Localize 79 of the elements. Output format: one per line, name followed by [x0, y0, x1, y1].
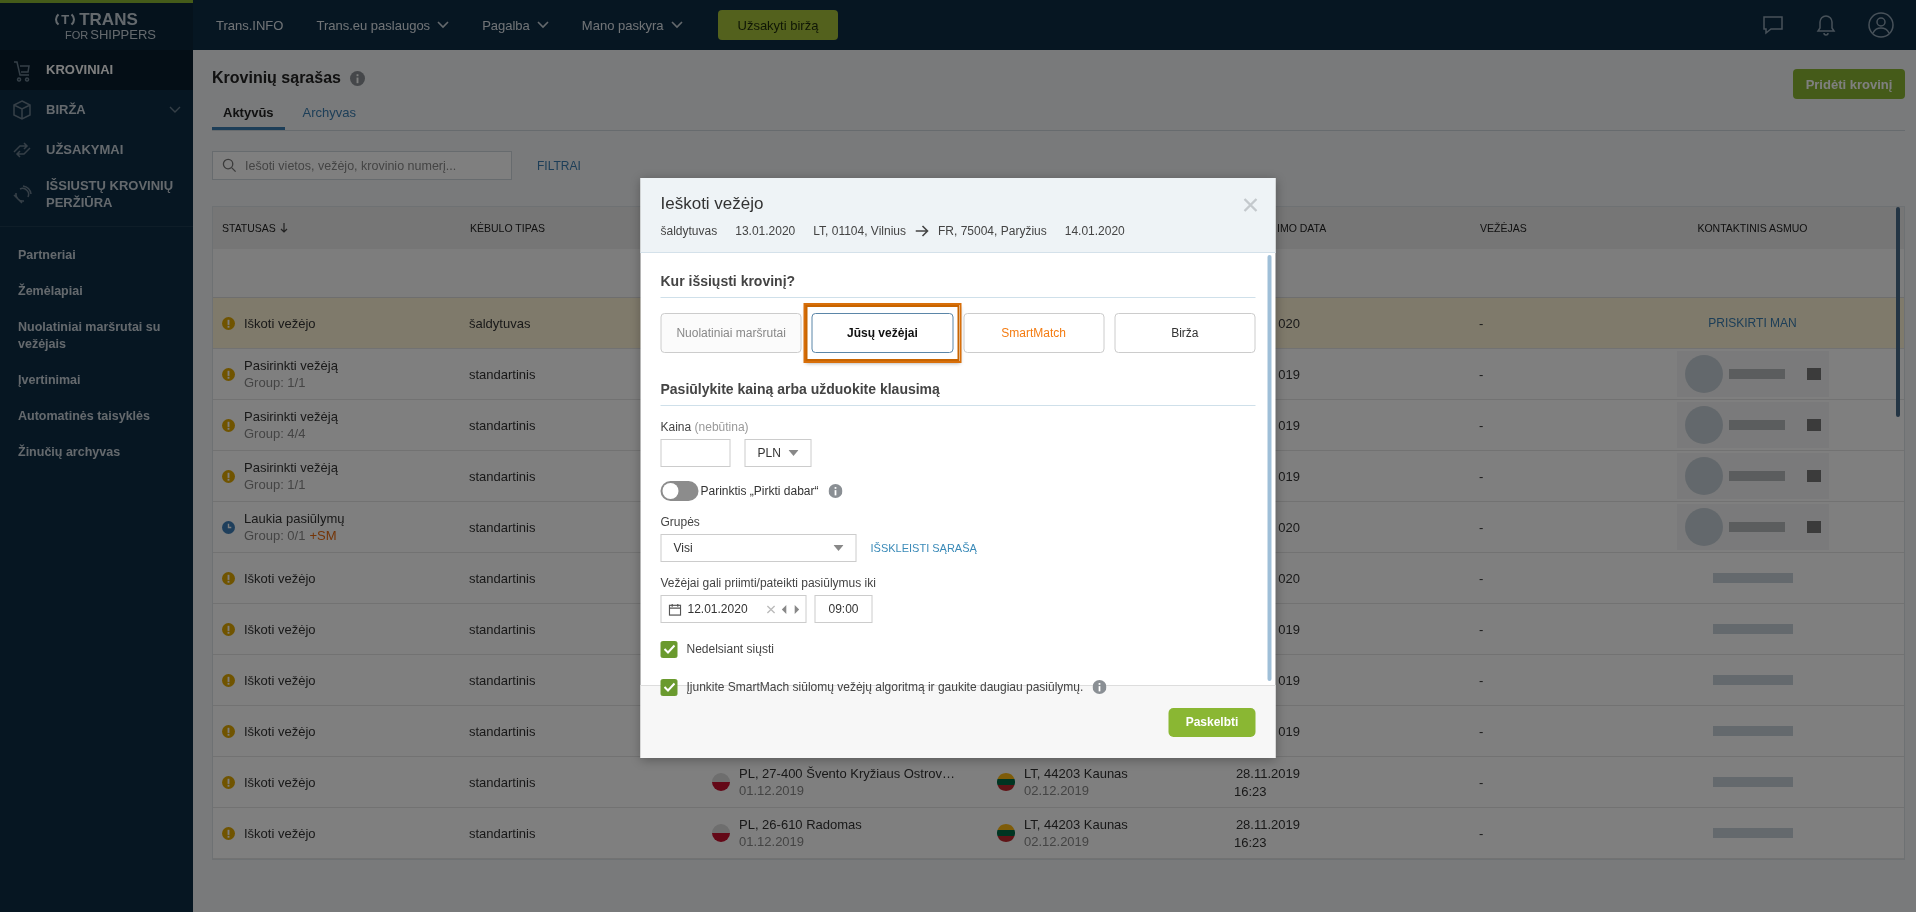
status-text: Iškoti vežėjo [244, 672, 316, 688]
table-cell: standartinis [469, 519, 536, 535]
table-cell: standartinis [469, 468, 536, 484]
table-cell: standartinis [469, 417, 536, 433]
table-cell: standartinis [469, 672, 536, 688]
group-text: Group: 0/1 [244, 528, 306, 543]
time-text: 16:23 [1234, 834, 1268, 850]
summary-text: šaldytuvas [660, 224, 718, 238]
table-cell: standartinis [469, 825, 536, 841]
status-text: Pasirinkti vežėją [244, 460, 338, 475]
table-cell: standartinis [469, 723, 536, 739]
table-cell: - [1479, 519, 1484, 535]
logo-tagline: FOR [65, 28, 89, 41]
field-label: Vežėjai gali priimti/pateikti pasiūlymus iki [660, 576, 876, 590]
place-text: LT, 44203 Kaunas [1024, 817, 1128, 832]
summary-text: FR, 75004, Paryžius [938, 224, 1047, 238]
date-text: 01.12.2019 [739, 783, 806, 798]
date-text: 019 [1277, 672, 1300, 688]
place-text: PL, 27-400 Švento Kryžiaus Ostrov… [739, 766, 956, 781]
table-cell: - [1479, 774, 1484, 790]
field-label: Grupės [660, 515, 700, 529]
table-cell: - [1479, 315, 1484, 331]
table-cell: standartinis [469, 774, 536, 790]
date-text: 020 [1277, 570, 1300, 586]
summary-text: 14.01.2020 [1064, 224, 1125, 238]
date-text: 28.11.2019 [1234, 765, 1300, 781]
date-text: 28.11.2019 [1234, 816, 1300, 832]
checkbox-label: Įjunkite SmartMach siūlomų vežėjų algoritmą ir gaukite daugiau pasiūlymų. [686, 680, 1084, 694]
smartmatch-label: +SM [309, 528, 337, 543]
logo-name: TRANS [79, 10, 138, 28]
modal-title: Ieškoti vežėjo [660, 194, 764, 214]
status-text: Pasirinkti vežėją [244, 409, 338, 424]
field-hint: (nebūtina) [694, 420, 749, 434]
toggle-label: Parinktis „Pirkti dabar“ [700, 484, 819, 498]
status-text: Iškoti vežėjo [244, 621, 316, 637]
status-text: Iškoti vežėjo [244, 774, 316, 790]
group-text: Group: 1/1 [244, 375, 306, 390]
field-label: Kaina [660, 420, 692, 434]
table-cell: standartinis [469, 570, 536, 586]
table-cell: - [1479, 570, 1484, 586]
table-cell: - [1479, 417, 1484, 433]
date-text: 020 [1277, 519, 1300, 535]
table-cell: standartinis [469, 621, 536, 637]
table-cell: šaldytuvas [469, 315, 531, 331]
status-text: Pasirinkti vežėją [244, 358, 338, 373]
table-cell: - [1479, 825, 1484, 841]
status-text: Laukia pasiūlymų [244, 511, 345, 526]
date-text: 02.12.2019 [1024, 834, 1091, 849]
date-text: 02.12.2019 [1024, 783, 1091, 798]
group-text: Group: 1/1 [244, 477, 306, 492]
date-text: 019 [1277, 723, 1300, 739]
date-text: 020 [1277, 315, 1300, 331]
table-cell: - [1479, 366, 1484, 382]
date-text: 019 [1277, 468, 1300, 484]
summary-text: 13.01.2020 [735, 224, 796, 238]
date-text: 019 [1277, 366, 1300, 382]
table-cell: - [1479, 723, 1484, 739]
table-cell: - [1479, 621, 1484, 637]
logo-mark: T [55, 10, 76, 28]
date-text: 019 [1277, 621, 1300, 637]
checkbox-label: Nedelsiant siųsti [686, 642, 774, 656]
summary-text: LT, 01104, Vilnius [813, 224, 906, 238]
date-text: 01.12.2019 [739, 834, 806, 849]
section-heading: Pasiūlykite kainą arba užduokite klausimą [660, 381, 1256, 406]
group-text: Group: 4/4 [244, 426, 306, 441]
time-text: 16:23 [1234, 783, 1268, 799]
page-title: Krovinių sąrašas [212, 69, 341, 87]
logo-tagline: SHIPPERS [90, 26, 156, 42]
section-heading: Kur išsiųsti krovinį? [660, 273, 1256, 298]
table-cell: - [1479, 468, 1484, 484]
date-text: 019 [1277, 417, 1300, 433]
status-text: Iškoti vežėjo [244, 315, 316, 331]
place-text: PL, 26-610 Radomas [739, 817, 862, 832]
place-text: LT, 44203 Kaunas [1024, 766, 1128, 781]
table-cell: - [1479, 672, 1484, 688]
status-text: Iškoti vežėjo [244, 825, 316, 841]
status-text: Iškoti vežėjo [244, 570, 316, 586]
table-cell: standartinis [469, 366, 536, 382]
status-text: Iškoti vežėjo [244, 723, 316, 739]
